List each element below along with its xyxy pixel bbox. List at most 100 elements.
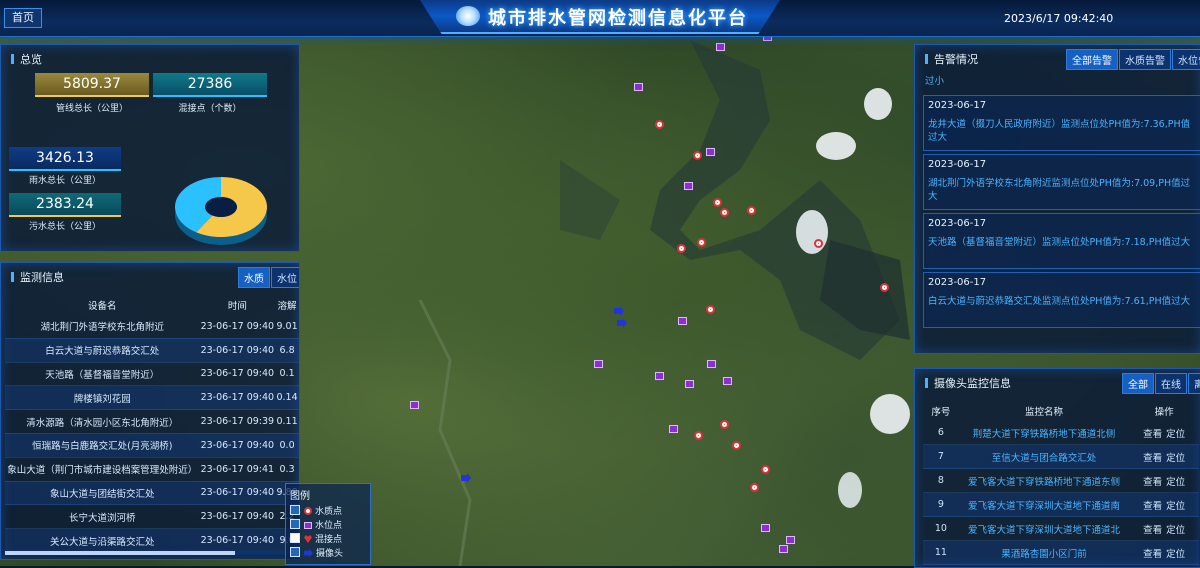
camera-name-cell: 爱飞客大道下穿深圳大道地下通道南 xyxy=(959,493,1129,517)
table-row[interactable]: 7至信大道与团合路交汇处查看定位 xyxy=(923,445,1199,469)
water-quality-marker[interactable] xyxy=(706,305,715,314)
legend-checkbox[interactable] xyxy=(290,533,300,543)
legend-checkbox[interactable] xyxy=(290,547,300,557)
alarm-item[interactable]: 2023-06-17龙井大道（掇刀人民政府附近）监测点位处PH值为:7.36,P… xyxy=(923,95,1200,151)
water-quality-marker[interactable] xyxy=(814,239,823,248)
water-level-marker[interactable] xyxy=(634,83,643,91)
water-level-marker[interactable] xyxy=(410,401,419,409)
table-row[interactable]: 恒瑞路与白鹿路交汇处(月亮湖桥)23-06-17 09:400.0 xyxy=(5,433,299,457)
water-quality-marker[interactable] xyxy=(720,208,729,217)
water-level-marker[interactable] xyxy=(678,317,687,325)
alarm-item[interactable]: 2023-06-17天池路（基督福音堂附近）监测点位处PH值为:7.18,PH值… xyxy=(923,213,1200,269)
water-level-marker[interactable] xyxy=(684,182,693,190)
water-level-marker[interactable] xyxy=(655,372,664,380)
water-level-marker[interactable] xyxy=(723,377,732,385)
alarm-date: 2023-06-17 xyxy=(928,159,986,170)
water-quality-marker[interactable] xyxy=(732,441,741,450)
water-level-marker[interactable] xyxy=(779,545,788,553)
alarm-message: 龙井大道（掇刀人民政府附近）监测点位处PH值为:7.36,PH值过大 xyxy=(928,118,1196,144)
legend-label: 水质点 xyxy=(315,507,342,517)
locate-link[interactable]: 定位 xyxy=(1166,477,1185,488)
legend-item: 水质点 xyxy=(290,504,342,517)
water-level-marker[interactable] xyxy=(707,360,716,368)
water-quality-marker[interactable] xyxy=(693,151,702,160)
locate-link[interactable]: 定位 xyxy=(1166,501,1185,512)
locate-link[interactable]: 定位 xyxy=(1166,453,1185,464)
water-quality-marker[interactable] xyxy=(655,120,664,129)
water-level-marker[interactable] xyxy=(761,524,770,532)
water-level-marker[interactable] xyxy=(786,536,795,544)
water-quality-marker[interactable] xyxy=(713,198,722,207)
locate-link[interactable]: 定位 xyxy=(1166,549,1185,560)
tab-water-quality[interactable]: 水质 xyxy=(238,267,270,288)
table-row[interactable]: 天池路（基督福音堂附近）23-06-17 09:400.1 xyxy=(5,362,299,386)
water-quality-marker[interactable] xyxy=(750,483,759,492)
water-quality-marker[interactable] xyxy=(694,431,703,440)
device-name-cell: 清水源路（清水园小区东北角附近） xyxy=(5,410,200,434)
view-link[interactable]: 查看 xyxy=(1143,453,1162,464)
tab-online-cameras[interactable]: 在线 xyxy=(1155,373,1187,394)
water-quality-marker[interactable] xyxy=(720,420,729,429)
water-level-marker[interactable] xyxy=(716,43,725,51)
table-row[interactable]: 6荆楚大道下穿铁路桥地下通道北侧查看定位 xyxy=(923,421,1199,445)
water-quality-marker[interactable] xyxy=(697,238,706,247)
table-row[interactable]: 10爱飞客大道下穿深圳大道地下通道北查看定位 xyxy=(923,517,1199,541)
device-name-cell: 白云大道与蔚迟恭路交汇处 xyxy=(5,338,200,362)
table-row[interactable]: 牌楼镇刘花园23-06-17 09:400.14 xyxy=(5,386,299,410)
table-row[interactable]: 8爱飞客大道下穿铁路桥地下通道东侧查看定位 xyxy=(923,469,1199,493)
column-dissolved: 溶解 xyxy=(275,295,299,315)
tab-all-cameras[interactable]: 全部 xyxy=(1122,373,1154,394)
alarm-item[interactable]: 2023-06-17 湖北荆门外语学校东北角附近监测点位处PH值为:7.09,PH… xyxy=(923,154,1200,210)
table-row[interactable]: 白云大道与蔚迟恭路交汇处23-06-17 09:406.8 xyxy=(5,338,299,362)
water-level-marker[interactable] xyxy=(706,148,715,156)
water-quality-marker[interactable] xyxy=(761,465,770,474)
camera-name-cell: 至信大道与团合路交汇处 xyxy=(959,445,1129,469)
table-row[interactable]: 11果酒路杏園小区门前查看定位 xyxy=(923,541,1199,565)
view-link[interactable]: 查看 xyxy=(1143,429,1162,440)
table-row[interactable]: 12长宁实验学校查看定位 xyxy=(923,565,1199,568)
tab-offline-cameras[interactable]: 离线 xyxy=(1188,373,1200,394)
camera-actions-cell: 查看定位 xyxy=(1129,493,1199,517)
home-button[interactable]: 首页 xyxy=(4,8,42,28)
water-quality-marker[interactable] xyxy=(677,244,686,253)
table-row[interactable]: 湖北荆门外语学校东北角附近23-06-17 09:409.01 xyxy=(5,315,299,338)
table-row[interactable]: 象山大道与团结街交汇处23-06-17 09:409.88 xyxy=(5,481,299,505)
table-row[interactable]: 清水源路（清水园小区东北角附近）23-06-17 09:390.11 xyxy=(5,410,299,434)
water-quality-marker[interactable] xyxy=(880,283,889,292)
camera-name-cell: 长宁实验学校 xyxy=(959,565,1129,568)
water-level-marker[interactable] xyxy=(669,425,678,433)
view-link[interactable]: 查看 xyxy=(1143,501,1162,512)
horizontal-scrollbar[interactable] xyxy=(5,551,295,555)
water-quality-marker[interactable] xyxy=(747,206,756,215)
tab-water-level[interactable]: 水位 xyxy=(271,267,300,288)
time-cell: 23-06-17 09:40 xyxy=(200,362,276,386)
alarm-message: 白云大道与蔚迟恭路交汇处监测点位处PH值为:7.61,PH值过大 xyxy=(928,295,1196,308)
camera-panel: 摄像头监控信息 全部 在线 离线 序号 监控名称 操作 6荆楚大道下穿铁路桥地下… xyxy=(914,368,1200,568)
device-name-cell: 恒瑞路与白鹿路交汇处(月亮湖桥) xyxy=(5,433,200,457)
view-link[interactable]: 查看 xyxy=(1143,549,1162,560)
alarm-message: 湖北荆门外语学校东北角附近监测点位处PH值为:7.09,PH值过大 xyxy=(928,177,1196,203)
locate-link[interactable]: 定位 xyxy=(1166,525,1185,536)
alarm-item[interactable]: 2023-06-17白云大道与蔚迟恭路交汇处监测点位处PH值为:7.61,PH值… xyxy=(923,272,1200,328)
column-time: 时间 xyxy=(200,295,276,315)
camera-name-cell: 爱飞客大道下穿深圳大道地下通道北 xyxy=(959,517,1129,541)
tab-water-quality-alarms[interactable]: 水质告警 xyxy=(1119,49,1171,70)
camera-actions-cell: 查看定位 xyxy=(1129,469,1199,493)
legend-checkbox[interactable] xyxy=(290,519,300,529)
locate-link[interactable]: 定位 xyxy=(1166,429,1185,440)
time-cell: 23-06-17 09:40 xyxy=(200,481,276,505)
table-row[interactable]: 象山大道（荆门市城市建设档案管理处附近）23-06-17 09:410.3 xyxy=(5,457,299,481)
water-level-marker[interactable] xyxy=(685,380,694,388)
tab-water-level-alarms[interactable]: 水位告警 xyxy=(1172,49,1200,70)
view-link[interactable]: 查看 xyxy=(1143,525,1162,536)
legend-checkbox[interactable] xyxy=(290,505,300,515)
tab-all-alarms[interactable]: 全部告警 xyxy=(1066,49,1118,70)
table-row[interactable]: 长宁大道浏河桥23-06-17 09:402.2 xyxy=(5,505,299,529)
table-row[interactable]: 关公大道与沿渠路交汇处23-06-17 09:409.0 xyxy=(5,529,299,553)
view-link[interactable]: 查看 xyxy=(1143,477,1162,488)
legend-item: 混接点 xyxy=(290,532,342,545)
dissolved-cell: 0.0 xyxy=(275,433,299,457)
table-row[interactable]: 9爱飞客大道下穿深圳大道地下通道南查看定位 xyxy=(923,493,1199,517)
water-level-marker[interactable] xyxy=(594,360,603,368)
platform-logo-icon xyxy=(456,6,480,26)
